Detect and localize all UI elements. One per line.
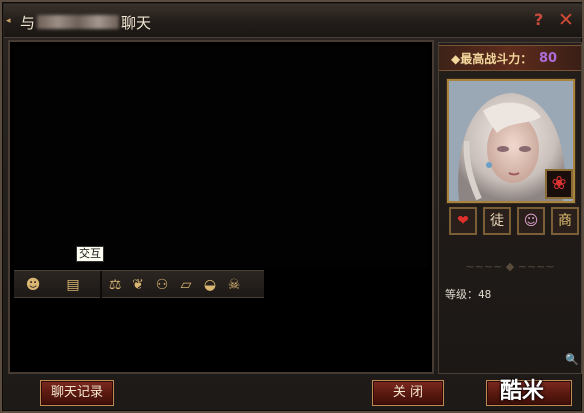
level-value: 48 (478, 288, 492, 301)
blurred-name (37, 15, 120, 29)
level-label: 等级： (445, 288, 478, 301)
power-bar: ◆最高战斗力： 80 (439, 45, 581, 71)
title-suffix: 聊天 (121, 14, 152, 32)
power-value: 80 (539, 51, 558, 66)
people-icon[interactable]: ⚇ (153, 276, 171, 294)
heart-icon[interactable]: ❤ (449, 207, 477, 235)
mask-icon[interactable]: ◒ (201, 276, 219, 294)
level-info: 等级：48 (445, 287, 491, 303)
power-label: ◆最高战斗力： (451, 52, 533, 66)
chat-history-button[interactable]: 聊天记录 (40, 380, 114, 406)
interact-icon[interactable]: ▤ (64, 276, 82, 294)
interact-tooltip: 交互 (76, 246, 104, 262)
chat-input[interactable] (14, 300, 428, 368)
shop-icon[interactable]: 商 (551, 207, 579, 235)
handshake-icon[interactable]: ❦ (129, 276, 147, 294)
help-button[interactable]: ? (534, 10, 548, 30)
title-ornament-icon: ◂ (6, 16, 11, 26)
title-bar[interactable]: ◂ 与 聊天 ? ✕ (4, 4, 582, 38)
ornament-divider: ~~~~ ◆ ~~~~ (465, 260, 555, 273)
chat-message-display (14, 46, 428, 268)
window-title: 与 聊天 (20, 13, 151, 33)
close-button[interactable]: 关 闭 (372, 380, 444, 406)
smiley-icon[interactable]: ☻ (24, 276, 42, 294)
magnifier-icon[interactable]: 🔍 (565, 353, 579, 367)
profile-panel: ◆最高战斗力： 80 ❀ ❤ 徒 ☺ 商 ~~~~ ◆ ~~~~ 等级：48 🔍 (438, 42, 582, 374)
scales-icon[interactable]: ⚖ (106, 276, 124, 294)
watermark-logo: 酷米 (500, 379, 545, 404)
character-icon[interactable]: ☺ (517, 207, 545, 235)
apprentice-icon[interactable]: 徒 (483, 207, 511, 235)
rose-gift-button[interactable]: ❀ (545, 169, 573, 199)
chat-area: ☻ ▤ ⚖ ❦ ⚇ ▱ ◒ ☠ (8, 40, 434, 374)
chat-toolbar: ☻ ▤ ⚖ ❦ ⚇ ▱ ◒ ☠ (14, 270, 264, 298)
scroll-icon[interactable]: ▱ (177, 276, 195, 294)
skull-icon[interactable]: ☠ (225, 276, 243, 294)
toolbar-separator (100, 271, 102, 298)
close-window-button[interactable]: ✕ (555, 9, 577, 31)
chat-window: ◂ 与 聊天 ? ✕ ☻ ▤ ⚖ ❦ ⚇ ▱ ◒ ☠ 交互 ◆最高战斗力： 80 (0, 0, 584, 413)
title-prefix: 与 (20, 14, 36, 32)
